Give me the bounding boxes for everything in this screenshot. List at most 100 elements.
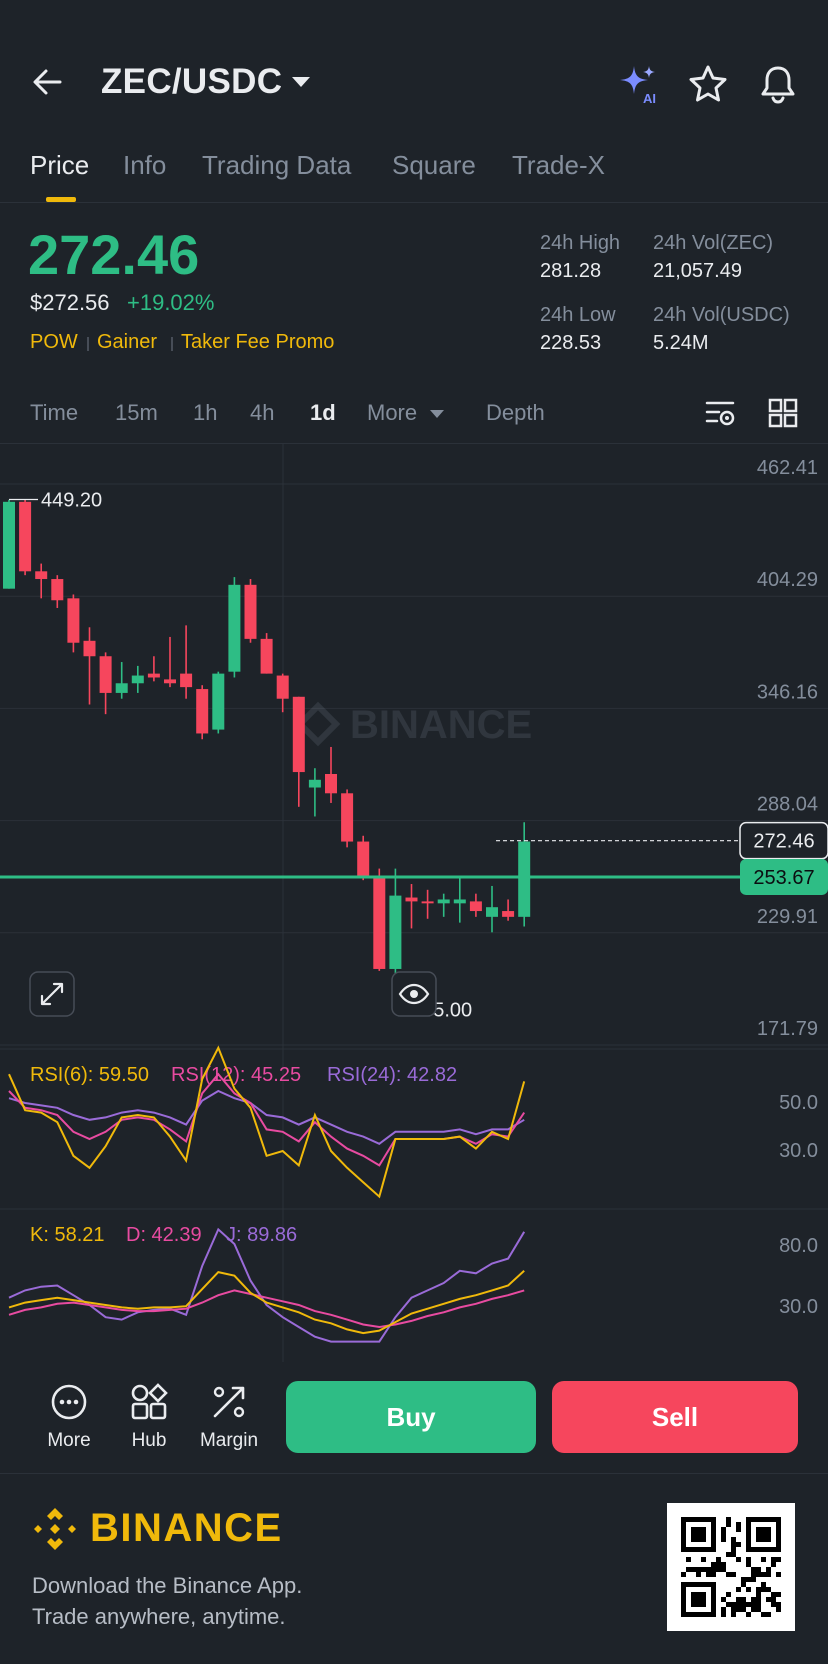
candle-body [357,841,370,877]
y-tick-label: 346.16 [757,681,818,703]
more-action-label: More [47,1430,91,1451]
qr-module [726,1552,731,1557]
tag-pow[interactable]: POW [30,331,78,354]
chart-grid [0,444,828,1362]
interval-depth[interactable]: Depth [486,400,545,426]
interval-1d[interactable]: 1d [310,400,336,426]
expand-icon[interactable] [29,971,75,1017]
rsi-legend: RSI(6): 59.50 RSI(12): 45.25 RSI(24): 42… [30,1064,457,1086]
candle-body [131,675,144,684]
qr-module [746,1602,751,1607]
kdj-tick-80: 80.0 [779,1235,818,1257]
qr-module [721,1597,726,1602]
kdj-legend: K: 58.21 D: 42.39 J: 89.86 [30,1224,297,1246]
qr-module [721,1612,726,1617]
candle-body [83,640,96,657]
y-tick-label: 171.79 [757,1018,818,1040]
rsi6-label: RSI(6): 59.50 [30,1064,149,1086]
qr-module [776,1592,781,1597]
qr-module [706,1572,711,1577]
qr-module [771,1597,776,1602]
candle-body [292,696,305,773]
interval-1h[interactable]: 1h [193,400,217,426]
tab-trade-x[interactable]: Trade-X [512,150,605,181]
qr-module [756,1587,761,1592]
qr-module [771,1557,776,1562]
star-icon[interactable] [686,62,730,106]
qr-module [731,1612,736,1617]
high-marker-text: 449.20 [41,490,102,512]
qr-module [741,1602,746,1607]
hub-action[interactable]: Hub [114,1382,184,1462]
qr-module [766,1567,771,1572]
usd-price: $272.56 [30,290,110,315]
binance-watermark: BINANCE [295,701,532,747]
tab-price[interactable]: Price [30,150,89,181]
candle-body [164,679,176,684]
eye-icon[interactable] [391,971,437,1017]
candle-body [147,673,160,678]
tab-trading-data[interactable]: Trading Data [202,150,351,181]
tag-gainer[interactable]: Gainer [97,331,157,354]
more-caret-icon[interactable] [428,407,446,421]
qr-module [756,1592,761,1597]
qr-module [766,1612,771,1617]
tab-info[interactable]: Info [123,150,166,181]
qr-module [751,1577,756,1582]
interval-15m[interactable]: 15m [115,400,158,426]
qr-module [751,1597,756,1602]
qr-module [761,1582,766,1587]
stat-24h-low-label: 24h Low [540,304,616,326]
qr-module [711,1562,716,1567]
qr-module [736,1607,741,1612]
qr-module [741,1582,746,1587]
qr-module [711,1572,716,1577]
sell-button[interactable]: Sell [552,1381,798,1453]
qr-module [736,1522,741,1527]
tab-square[interactable]: Square [392,150,476,181]
buy-button[interactable]: Buy [286,1381,536,1453]
ai-sparkle-icon[interactable]: AI [616,62,660,106]
qr-module [741,1597,746,1602]
qr-module [776,1602,781,1607]
bell-icon[interactable] [756,62,800,106]
more-action[interactable]: More [34,1382,104,1462]
qr-code-icon[interactable] [667,1503,795,1631]
qr-module [716,1562,721,1567]
pair-title[interactable]: ZEC/USDC [101,62,282,102]
candle-body [115,683,128,693]
qr-module [756,1572,761,1577]
qr-module [701,1557,706,1562]
price-chart[interactable]: BINANCE 462.41 404.29 346.16 288.04 229.91 17… [0,444,828,1362]
y-tick-label: 462.41 [757,457,818,479]
price-change: +19.02% [127,290,215,315]
qr-module [751,1602,756,1607]
chevron-down-icon[interactable] [289,72,313,92]
grid-layout-icon[interactable] [768,398,798,428]
interval-time[interactable]: Time [30,400,78,426]
candle-body [389,895,402,969]
qr-module [731,1607,736,1612]
stat-24h-vol-usdc-value: 5.24M [653,332,709,354]
qr-module [776,1572,781,1577]
chart-settings-icon[interactable] [705,398,735,428]
qr-code-pattern [681,1517,781,1617]
back-arrow-icon[interactable] [30,62,70,102]
last-price-tag: 272.46 [739,821,828,860]
candle-body [196,689,209,734]
margin-action[interactable]: Margin [194,1382,264,1462]
qr-module [761,1587,766,1592]
more-dots-icon [51,1384,87,1420]
qr-module [756,1607,761,1612]
qr-finder-core [756,1527,771,1542]
qr-module [731,1547,736,1552]
qr-module [746,1562,751,1567]
qr-module [716,1567,721,1572]
interval-4h[interactable]: 4h [250,400,274,426]
rsi-tick-30: 30.0 [779,1140,818,1162]
interval-more[interactable]: More [367,400,417,426]
tag-taker-fee-promo[interactable]: Taker Fee Promo [181,331,334,354]
qr-module [761,1557,766,1562]
qr-module [736,1602,741,1607]
qr-module [726,1517,731,1522]
